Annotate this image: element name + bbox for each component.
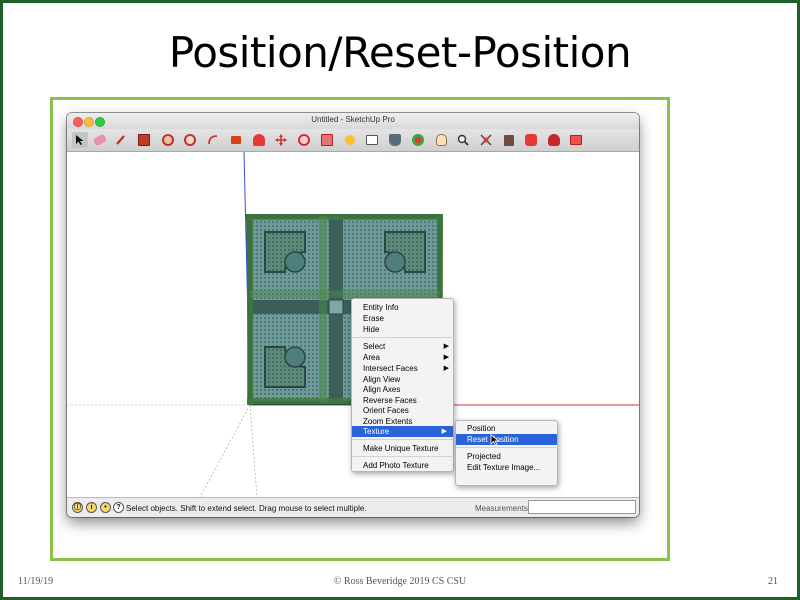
paint-bucket-icon[interactable] [387, 132, 403, 148]
orbit-icon[interactable] [410, 132, 426, 148]
menu-item-label: Texture [363, 427, 390, 436]
menu-separator [352, 456, 455, 457]
menu-item-make-unique-texture[interactable]: Make Unique Texture [352, 443, 455, 454]
scale-icon[interactable] [319, 132, 335, 148]
menu-item-erase[interactable]: Erase [352, 313, 455, 324]
green-axis-dotted-2 [249, 404, 258, 497]
submenu-arrow-icon: ▶ [443, 365, 449, 372]
menu-item-label: Select [363, 342, 386, 351]
geo-location-icon[interactable]: ⓘ [72, 502, 83, 513]
arc-icon[interactable] [205, 132, 221, 148]
menu-separator [456, 447, 559, 448]
extension-warehouse-icon[interactable] [546, 132, 562, 148]
menu-item-projected[interactable]: Projected [456, 451, 559, 462]
menu-separator [352, 439, 455, 440]
menu-item-intersect-faces[interactable]: Intersect Faces ▶ [352, 363, 455, 374]
menu-item-edit-texture-image[interactable]: Edit Texture Image... [456, 462, 559, 473]
menu-item-select[interactable]: Select ▶ [352, 341, 455, 352]
green-axis-dotted [199, 404, 251, 497]
menu-item-entity-info[interactable]: Entity Info [352, 302, 455, 313]
menu-item-add-photo-texture[interactable]: Add Photo Texture [352, 460, 455, 471]
context-menu: Entity Info Erase Hide Select ▶ Area ▶ Int… [351, 298, 455, 472]
pencil-icon[interactable] [113, 132, 129, 148]
text-icon[interactable] [364, 132, 380, 148]
zoom-icon[interactable] [455, 132, 471, 148]
rectangle-icon[interactable] [136, 132, 152, 148]
footer-page-number: 21 [768, 576, 778, 587]
measurements-input[interactable] [528, 500, 636, 514]
menu-item-reset-position[interactable]: Reset Position [456, 434, 557, 445]
menu-item-orient-faces[interactable]: Orient Faces [352, 405, 455, 416]
status-bar: ⓘ i • ? Select objects. Shift to extend … [67, 497, 639, 517]
menu-item-area[interactable]: Area ▶ [352, 352, 455, 363]
slide-title: Position/Reset-Position [168, 28, 632, 77]
menu-item-label: Area [363, 353, 380, 362]
send-to-layout-icon[interactable] [568, 132, 584, 148]
mouse-cursor-icon [490, 434, 500, 446]
move-icon[interactable] [273, 132, 289, 148]
help-icon[interactable]: ? [113, 502, 124, 513]
eraser-icon[interactable] [92, 132, 108, 148]
tape-measure-icon[interactable] [342, 132, 358, 148]
credits-icon[interactable]: i [86, 502, 97, 513]
menu-item-align-axes[interactable]: Align Axes [352, 384, 455, 395]
status-text: Select objects. Shift to extend select. … [126, 504, 367, 513]
rotate-icon[interactable] [296, 132, 312, 148]
toolbar [67, 129, 639, 152]
menu-separator [352, 337, 455, 338]
select-icon[interactable] [72, 132, 88, 148]
zoom-extents-icon[interactable] [478, 132, 494, 148]
circle-icon[interactable] [160, 132, 176, 148]
components-icon[interactable] [501, 132, 517, 148]
user-icon[interactable]: • [100, 502, 111, 513]
submenu-arrow-icon: ▶ [443, 343, 449, 350]
drawing-canvas[interactable]: Entity Info Erase Hide Select ▶ Area ▶ Int… [67, 152, 639, 497]
window-title: Untitled - SketchUp Pro [311, 115, 395, 124]
texture-submenu: Position Reset Position Projected Edit T… [455, 420, 559, 486]
menu-item-position[interactable]: Position [456, 423, 559, 434]
footer-credit: © Ross Beveridge 2019 CS CSU [333, 576, 467, 587]
submenu-arrow-icon: ▶ [443, 354, 449, 361]
menu-item-label: Intersect Faces [363, 364, 418, 373]
polygon-icon[interactable] [182, 132, 198, 148]
title-bar: Untitled - SketchUp Pro [67, 113, 639, 129]
menu-item-hide[interactable]: Hide [352, 324, 455, 335]
submenu-arrow-icon: ▶ [441, 428, 447, 435]
sketchup-window: Untitled - SketchUp Pro Entity Info Eras… [67, 113, 639, 517]
warehouse-icon[interactable] [523, 132, 539, 148]
menu-item-texture[interactable]: Texture ▶ [352, 426, 453, 437]
measurements-label: Measurements [475, 504, 528, 513]
push-pull-icon[interactable] [228, 132, 244, 148]
follow-me-icon[interactable] [251, 132, 267, 148]
pan-icon[interactable] [433, 132, 449, 148]
